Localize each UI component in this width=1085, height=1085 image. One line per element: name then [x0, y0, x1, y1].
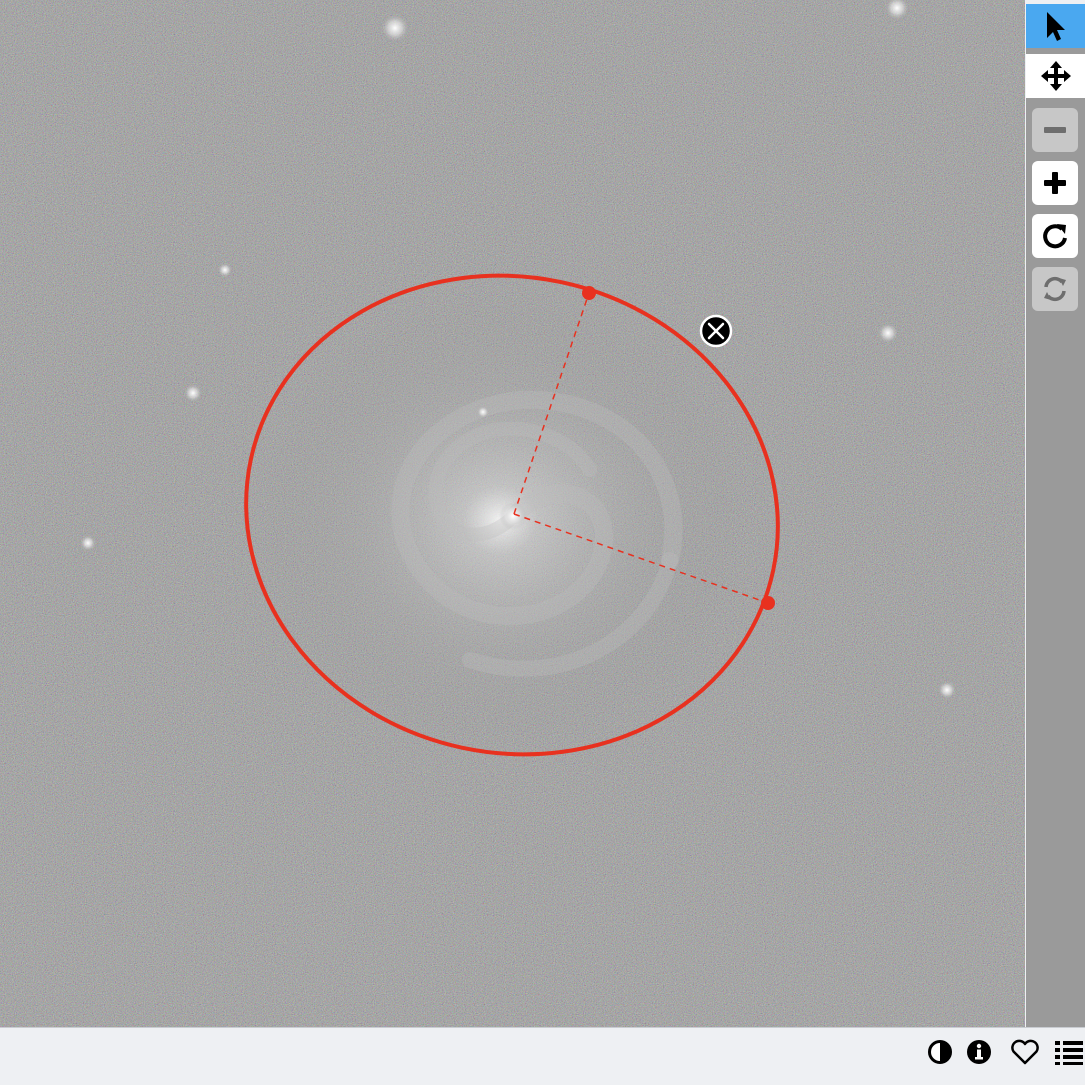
delete-region-icon[interactable] [699, 314, 733, 348]
refresh-button[interactable] [1032, 267, 1078, 311]
resize-handle[interactable] [761, 596, 775, 610]
heart-icon [1011, 1039, 1039, 1065]
info-icon [967, 1040, 991, 1064]
contrast-icon [928, 1040, 952, 1064]
list-icon [1055, 1041, 1083, 1065]
rotate-cw-icon [1043, 224, 1067, 249]
pan-tool-button[interactable] [1026, 54, 1085, 98]
reset-view-button[interactable] [1032, 214, 1078, 258]
image-viewer[interactable] [0, 0, 1025, 1027]
plus-icon [1044, 172, 1066, 194]
list-button[interactable] [1053, 1036, 1085, 1068]
info-button[interactable] [963, 1036, 995, 1068]
minus-icon [1044, 127, 1066, 133]
resize-handle[interactable] [582, 286, 596, 300]
zoom-out-button[interactable] [1032, 108, 1078, 152]
move-arrows-icon [1040, 61, 1071, 91]
favorite-button[interactable] [1009, 1036, 1041, 1068]
pointer-arrow-icon [1046, 12, 1065, 41]
galaxy-image[interactable] [0, 0, 1025, 1027]
bottom-bar [0, 1027, 1085, 1085]
sync-icon [1044, 276, 1066, 302]
contrast-button[interactable] [924, 1036, 956, 1068]
right-toolbar [1026, 4, 1085, 1027]
zoom-in-button[interactable] [1032, 161, 1078, 205]
select-tool-button[interactable] [1026, 4, 1085, 48]
